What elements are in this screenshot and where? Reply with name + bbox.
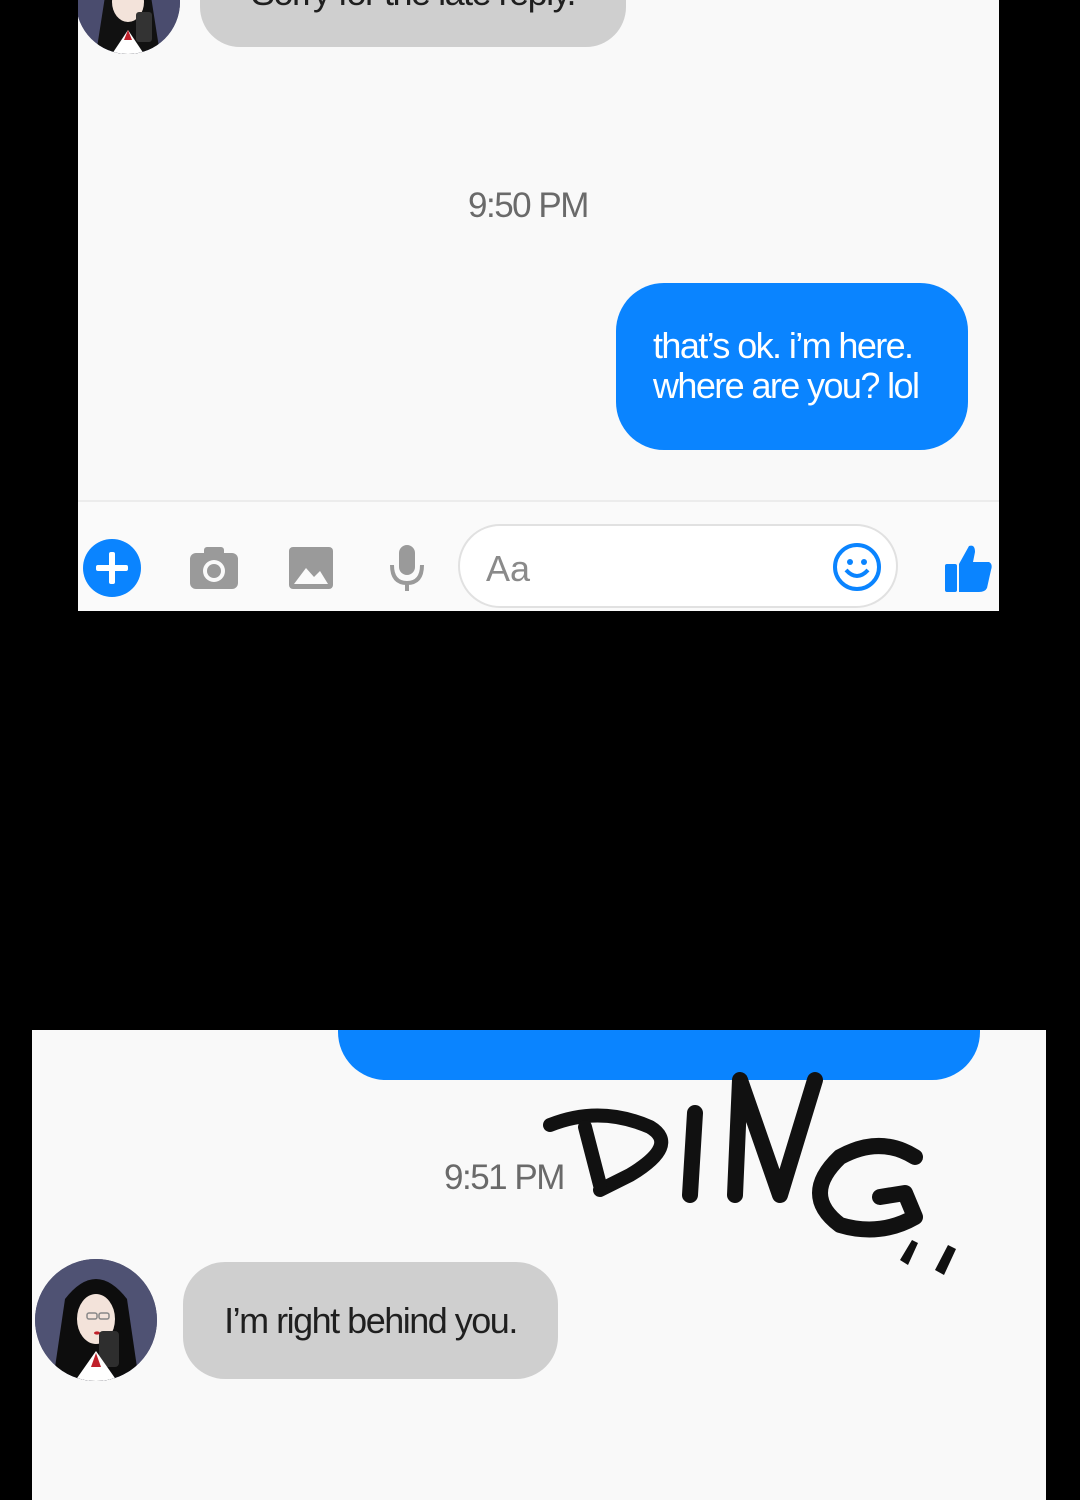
ding-sound-effect [543, 1072, 956, 1275]
incoming-message-bubble[interactable]: I’m right behind you. [183, 1262, 558, 1379]
thumbs-up-icon [945, 545, 992, 592]
message-composer: Aa [78, 500, 999, 611]
outgoing-message-bubble[interactable]: that’s ok. i’m here. where are you? lol [616, 283, 968, 450]
incoming-message-text: I’m right behind you. [224, 1299, 518, 1341]
camera-button[interactable] [184, 538, 244, 598]
outgoing-message-line-2: where are you? lol [653, 365, 920, 406]
contact-avatar[interactable] [35, 1259, 157, 1381]
message-input[interactable]: Aa [458, 524, 898, 608]
camera-icon [190, 547, 238, 589]
message-input-placeholder: Aa [486, 548, 531, 589]
gallery-button[interactable] [281, 538, 341, 598]
like-button[interactable] [938, 538, 998, 598]
microphone-icon [390, 545, 424, 591]
image-icon [289, 547, 333, 589]
outgoing-message-line-1: that’s ok. i’m here. [653, 325, 914, 366]
add-icon [83, 539, 141, 597]
voice-button[interactable] [377, 538, 437, 598]
message-timestamp: 9:50 PM [468, 186, 589, 225]
emoji-icon[interactable] [832, 542, 882, 592]
add-button[interactable] [82, 538, 142, 598]
chat-panel-top: Sorry for the late reply. 9:50 PM that’s… [78, 0, 999, 611]
contact-avatar[interactable] [78, 0, 180, 54]
incoming-message-bubble[interactable]: Sorry for the late reply. [200, 0, 626, 47]
incoming-message-text: Sorry for the late reply. [251, 0, 576, 14]
